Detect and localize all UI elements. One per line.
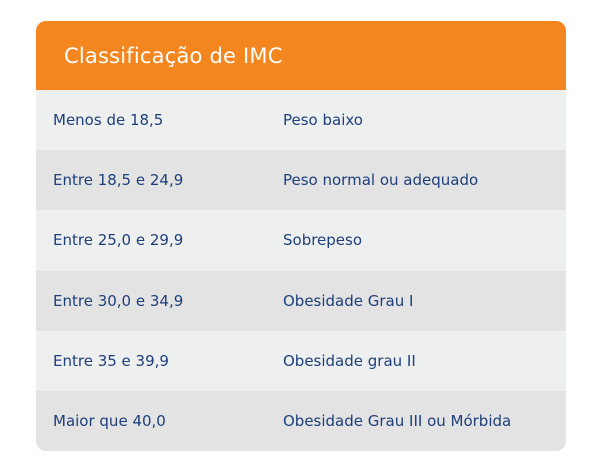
bmi-classification-cell: Obesidade grau II bbox=[283, 351, 416, 370]
table-body: Menos de 18,5 Peso baixo Entre 18,5 e 24… bbox=[36, 90, 566, 451]
table-row: Entre 35 e 39,9 Obesidade grau II bbox=[36, 330, 566, 391]
bmi-classification-cell: Peso baixo bbox=[283, 111, 363, 130]
imc-classification-table: Classificação de IMC Menos de 18,5 Peso … bbox=[36, 21, 566, 451]
bmi-range-cell: Entre 18,5 e 24,9 bbox=[53, 171, 184, 190]
table-row: Entre 25,0 e 29,9 Sobrepeso bbox=[36, 210, 566, 271]
bmi-range-cell: Entre 25,0 e 29,9 bbox=[53, 231, 184, 250]
table-header: Classificação de IMC bbox=[36, 21, 566, 90]
bmi-range-cell: Maior que 40,0 bbox=[53, 412, 166, 431]
bmi-classification-cell: Obesidade Grau I bbox=[283, 291, 414, 310]
bmi-range-cell: Menos de 18,5 bbox=[53, 111, 164, 130]
bmi-range-cell: Entre 35 e 39,9 bbox=[53, 351, 169, 370]
bmi-classification-cell: Peso normal ou adequado bbox=[283, 171, 479, 190]
table-row: Menos de 18,5 Peso baixo bbox=[36, 90, 566, 151]
bmi-range-cell: Entre 30,0 e 34,9 bbox=[53, 291, 184, 310]
table-row: Entre 18,5 e 24,9 Peso normal ou adequad… bbox=[36, 150, 566, 211]
bmi-classification-cell: Sobrepeso bbox=[283, 231, 363, 250]
table-title: Classificação de IMC bbox=[64, 43, 283, 68]
bmi-classification-cell: Obesidade Grau III ou Mórbida bbox=[283, 412, 512, 431]
table-row: Entre 30,0 e 34,9 Obesidade Grau I bbox=[36, 270, 566, 331]
table-row: Maior que 40,0 Obesidade Grau III ou Mór… bbox=[36, 390, 566, 451]
